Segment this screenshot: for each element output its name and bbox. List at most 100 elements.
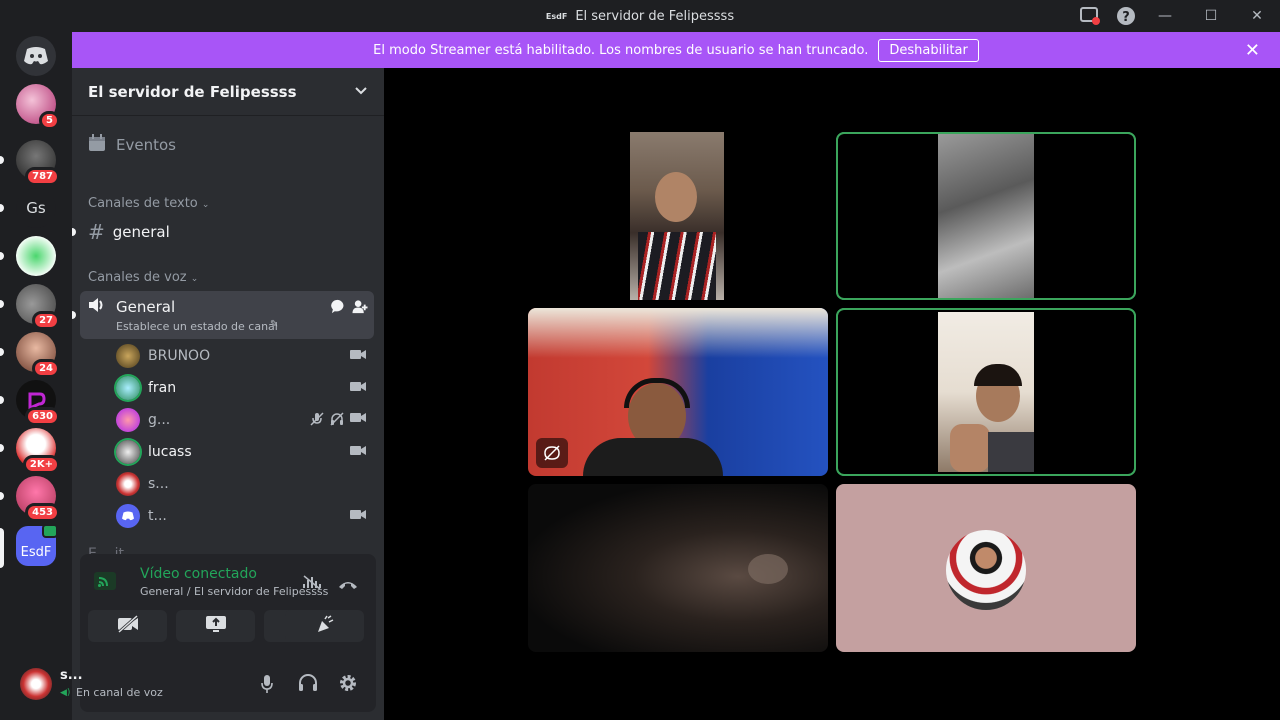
member-name: BRUNOO [148,348,211,364]
avatar [116,408,140,432]
category-label: Canales de texto [88,196,198,211]
chat-bubble-icon[interactable] [331,299,346,318]
mic-muted-icon [310,411,324,429]
guild-item[interactable]: 24 [16,332,60,378]
member-name: lucass [148,444,192,460]
microphone-icon[interactable] [260,674,274,698]
disconnect-icon[interactable] [338,576,358,595]
chevron-down-icon: ⌄ [201,200,210,210]
close-window-button[interactable]: ✕ [1234,0,1280,32]
screen-share-icon [205,615,227,637]
video-tile[interactable] [528,484,828,652]
banner-text: El modo Streamer está habilitado. Los no… [373,42,869,58]
guild-item[interactable]: 5 [16,84,60,130]
soundboard-button[interactable] [285,610,364,642]
voice-channel-name: General [116,298,176,316]
video-live-icon [42,524,58,538]
self-avatar[interactable] [20,668,52,700]
guild-item[interactable]: 787 [16,140,60,186]
avatar [116,376,140,400]
server-list: 5 787 Gs 27 24 630 2K+ 453 EsdF [0,32,72,720]
maximize-button[interactable]: ☐ [1188,0,1234,32]
unread-pill [0,396,4,404]
voice-member[interactable]: lucass [116,438,366,466]
mention-badge: 27 [32,311,60,330]
server-icon-small: EsdF [545,11,568,21]
video-icon [350,509,366,523]
minimize-button[interactable]: — [1142,0,1188,32]
events-item[interactable]: Eventos [88,134,176,156]
pencil-icon[interactable]: ✎ [270,319,278,330]
self-username[interactable]: s... [60,668,83,683]
voice-member[interactable]: BRUNOO [116,342,366,370]
voice-channel-general[interactable]: General Establece un estado de canal ✎ [80,291,374,339]
avatar [116,344,140,368]
member-name: t... [148,508,167,524]
voice-member[interactable]: fran [116,374,366,402]
avatar-tile[interactable] [836,484,1136,652]
guild-item[interactable]: 630 [16,380,60,426]
noise-suppression-icon[interactable] [302,574,322,594]
category-label: Canales de voz [88,270,187,285]
speaker-icon [88,297,106,317]
camera-toggle-button[interactable] [88,610,167,642]
video-off-icon [117,614,139,637]
voice-member[interactable]: s... [116,470,366,498]
channel-item-general[interactable]: # general [80,216,374,248]
window-title: El servidor de Felipessss [575,8,735,24]
guild-item[interactable]: 2K+ [16,428,60,474]
unread-pill [0,252,4,260]
help-icon[interactable]: ? [1114,4,1138,28]
settings-gear-icon[interactable] [338,673,358,697]
streamer-mode-banner: El modo Streamer está habilitado. Los no… [72,32,1280,68]
video-feed [630,132,724,300]
voice-status-subtitle[interactable]: General / El servidor de Felipessss [140,585,328,598]
avatar [116,440,140,464]
screen-share-button[interactable] [176,610,255,642]
guild-item-active[interactable]: EsdF [16,524,58,566]
guild-avatar [16,236,56,276]
close-icon[interactable]: ✕ [1245,40,1260,61]
video-tile-speaking[interactable] [836,308,1136,476]
discord-logo-icon [16,36,56,76]
home-button[interactable] [16,36,56,76]
unread-pill [0,156,4,164]
video-tile-speaking[interactable] [836,132,1136,300]
unread-pill [0,492,4,500]
avatar [116,472,140,496]
voice-member[interactable]: g... [116,406,366,434]
guild-item[interactable] [16,236,56,276]
video-feed [748,554,788,584]
unread-pill [0,348,4,356]
title-bar: EsdF El servidor de Felipessss ? — ☐ ✕ [0,0,1280,32]
mention-badge: 787 [25,167,60,186]
server-name: El servidor de Felipessss [88,82,297,101]
server-header[interactable]: El servidor de Felipessss [72,68,384,116]
add-member-icon[interactable] [352,299,368,318]
avatar [116,504,140,528]
disable-streamer-button[interactable]: Deshabilitar [878,38,979,62]
voice-member[interactable]: t... [116,502,366,530]
voice-status-title[interactable]: Vídeo conectado [140,566,257,582]
guild-item[interactable]: Gs [16,188,56,228]
calendar-icon [88,134,106,156]
voice-channel-status[interactable]: Establece un estado de canal [116,320,278,333]
unread-pill [0,444,4,452]
speaker-small-icon: ◀) [60,688,71,698]
mention-badge: 24 [32,359,60,378]
video-tile[interactable] [528,132,828,300]
category-voice-channels[interactable]: Canales de voz ⌄ [88,270,198,285]
video-tile[interactable] [528,308,828,476]
headphones-icon[interactable] [298,674,318,696]
svg-text:?: ? [1122,10,1130,25]
unread-dot [72,311,76,319]
inbox-icon[interactable] [1078,4,1102,28]
guild-item[interactable]: 27 [16,284,60,330]
partial-channel: E... it... [88,546,138,554]
video-icon [350,412,366,429]
guild-acronym: Gs [16,188,56,228]
guild-item[interactable]: 453 [16,476,60,522]
category-text-channels[interactable]: Canales de texto ⌄ [88,196,209,211]
user-panel: s... ◀) En canal de voz [20,658,376,712]
chevron-down-icon: ⌄ [190,274,199,284]
